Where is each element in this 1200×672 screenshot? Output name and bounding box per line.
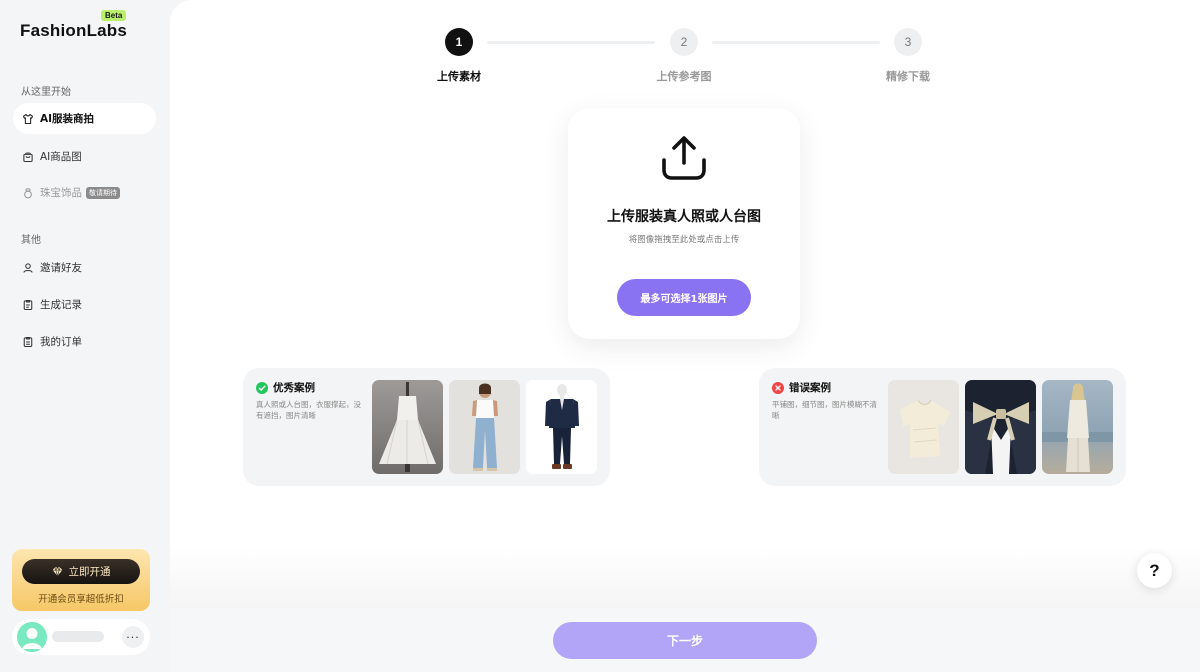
good-examples-panel: 优秀案例 真人照或人台图，衣服撑起，没有遮挡，图片清晰 [243,368,610,486]
bad-examples-panel: 错误案例 平铺图，细节图，图片模糊不清晰 [759,368,1126,486]
step-3-indicator: 3 [894,28,922,56]
upload-subtitle: 将图像拖拽至此处或点击上传 [628,235,740,245]
app-logo[interactable]: FashionLabs [20,21,127,41]
footer-fade [170,548,1200,608]
step-1-label: 上传素材 [437,70,481,83]
coming-soon-tag: 敬请期待 [86,186,120,199]
step-2-indicator: 2 [670,28,698,56]
sidebar-item-jewelry[interactable]: 珠宝饰品 敬请期待 [13,177,156,208]
user-name-placeholder [52,631,104,642]
step-1-indicator: 1 [445,28,473,56]
vip-button-label: 立即开通 [68,566,111,578]
shirt-icon [22,113,34,125]
section-label-other: 其他 [21,235,41,246]
sidebar-item-ai-apparel[interactable]: AI服装商拍 [13,103,156,134]
beta-badge: Beta [101,10,127,21]
step-3-label: 精修下载 [886,70,930,83]
step-connector-2 [712,41,880,44]
next-step-button[interactable]: 下一步 [553,622,817,659]
sidebar-item-orders[interactable]: 我的订单 [13,326,156,357]
help-button[interactable]: ? [1137,553,1172,588]
good-examples-header: 优秀案例 [256,380,315,395]
vip-subtitle: 开通会员享超低折扣 [38,594,124,605]
sidebar-item-label: 邀请好友 [40,262,82,274]
check-circle-icon [256,381,268,394]
step-2-label: 上传参考图 [656,70,712,83]
select-image-button[interactable]: 最多可选择1张图片 [617,279,751,316]
order-icon [22,336,34,348]
example-thumb-denim-jacket [526,380,597,474]
example-thumb-white-dress [372,380,443,474]
example-thumb-blurry-beach [1042,380,1113,474]
sidebar-item-label: 生成记录 [40,299,82,311]
sidebar-item-label: AI服装商拍 [40,113,95,125]
upload-dropzone[interactable]: 上传服装真人照或人台图 将图像拖拽至此处或点击上传 最多可选择1张图片 [568,108,800,339]
good-examples-title: 优秀案例 [273,382,315,394]
user-icon [22,262,34,274]
sidebar-item-label: 珠宝饰品 [40,187,82,199]
ring-icon [22,187,34,199]
user-bar[interactable]: ··· [12,619,150,655]
bad-examples-header: 错误案例 [772,380,831,395]
bad-examples-description: 平铺图，细节图，图片模糊不清晰 [772,400,877,420]
vip-card: 立即开通 开通会员享超低折扣 [12,549,150,611]
sidebar-item-invite[interactable]: 邀请好友 [13,252,156,283]
record-icon [22,299,34,311]
bad-examples-title: 错误案例 [789,382,831,394]
sidebar: FashionLabs Beta 从这里开始 AI服装商拍 AI商品图 珠宝饰品… [0,0,170,672]
example-thumb-jeans-model [449,380,520,474]
error-circle-icon [772,381,784,394]
more-button[interactable]: ··· [122,626,144,648]
good-examples-description: 真人照或人台图，衣服撑起，没有遮挡，图片清晰 [256,400,361,420]
section-label-start: 从这里开始 [21,87,71,98]
example-thumb-bow-detail [965,380,1036,474]
bag-icon [22,151,34,163]
avatar[interactable] [17,622,47,652]
sidebar-item-label: 我的订单 [40,336,82,348]
sidebar-item-label: AI商品图 [40,151,82,163]
sidebar-item-ai-product[interactable]: AI商品图 [13,141,156,172]
upload-icon [658,132,710,184]
vip-activate-button[interactable]: 立即开通 [22,559,140,584]
example-thumb-flat-lay [888,380,959,474]
upload-title: 上传服装真人照或人台图 [607,209,761,225]
diamond-icon [52,566,63,578]
sidebar-item-history[interactable]: 生成记录 [13,289,156,320]
main-content: 1 2 3 上传素材 上传参考图 精修下载 上传服装真人照或人台图 将图像拖拽至… [170,0,1200,672]
step-connector-1 [487,41,655,44]
